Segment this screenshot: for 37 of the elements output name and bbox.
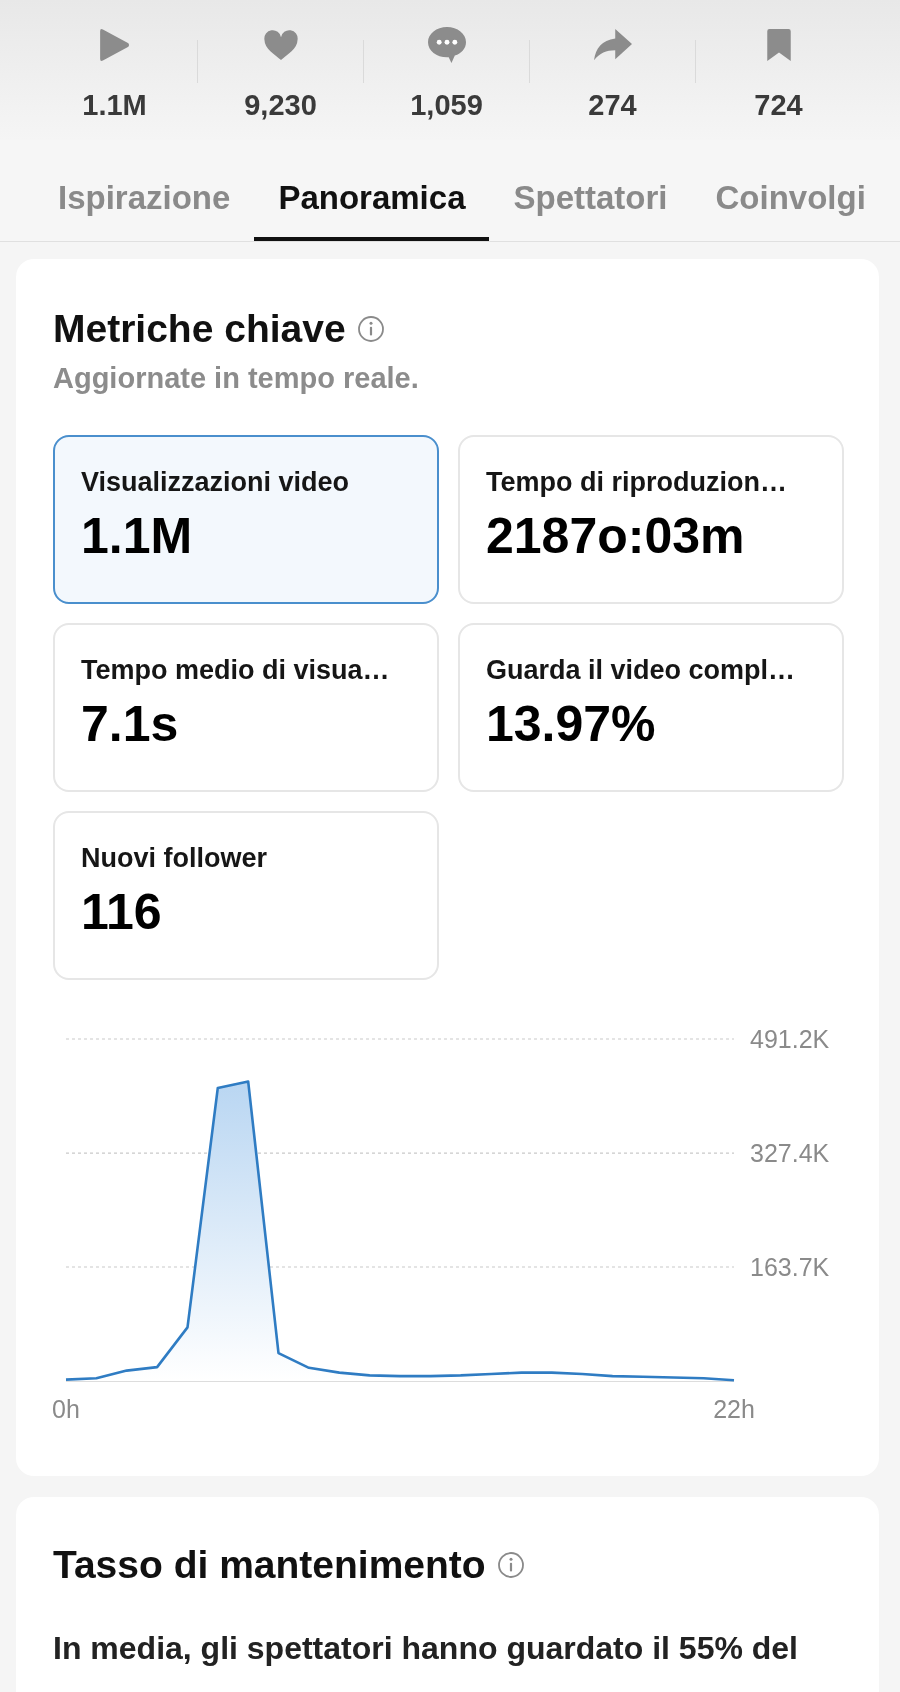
stat-count: 9,230 (244, 88, 317, 123)
y-axis-label: 327.4K (750, 1139, 830, 1168)
metric-card[interactable]: Guarda il video compl… 13.97% (458, 623, 844, 792)
stat-count: 274 (588, 88, 637, 123)
metric-value: 2187o:03m (486, 508, 745, 564)
y-axis-label: 491.2K (750, 1025, 830, 1053)
retention-summary: In media, gli spettatori hanno guardato il 55% del (53, 1629, 799, 1668)
speech-bubble-icon (427, 27, 466, 63)
section-title: Metriche chiave (53, 307, 346, 351)
play-icon (99, 28, 130, 62)
metric-label: Visualizzazioni video (81, 467, 350, 497)
stat-count: 724 (754, 88, 803, 123)
stat-count: 1.1M (82, 88, 147, 123)
heart-icon (263, 30, 298, 60)
x-axis-label: 0h (53, 1395, 80, 1423)
section-title: Tasso di mantenimento (53, 1543, 486, 1587)
section-subtitle: Aggiornate in tempo reale. (53, 361, 420, 396)
tab[interactable]: Panoramica (254, 140, 490, 241)
stat-count: 1,059 (410, 88, 483, 123)
metric-value: 7.1s (81, 696, 179, 752)
x-axis-label: 22h (713, 1395, 755, 1423)
curved-arrow-icon (593, 28, 632, 62)
metric-label: Tempo medio di visua… (81, 655, 390, 685)
metric-value: 116 (81, 884, 162, 940)
metric-value: 13.97% (486, 696, 656, 752)
metric-label: Nuovi follower (81, 843, 267, 873)
metric-card[interactable]: Nuovi follower 116 (53, 811, 439, 980)
metric-value: 1.1M (81, 508, 193, 564)
metric-card[interactable]: Visualizzazioni video 1.1M (53, 435, 439, 604)
metric-label: Tempo di riproduzion… (486, 467, 787, 497)
y-axis-label: 163.7K (750, 1253, 830, 1281)
metric-card[interactable]: Tempo medio di visua… 7.1s (53, 623, 439, 792)
info-icon[interactable] (357, 316, 384, 342)
metric-label: Guarda il video compl… (486, 655, 796, 685)
info-icon[interactable] (497, 1552, 524, 1578)
bookmark-icon (766, 29, 791, 61)
metric-card[interactable]: Tempo di riproduzion… 2187o:03m (458, 435, 844, 604)
